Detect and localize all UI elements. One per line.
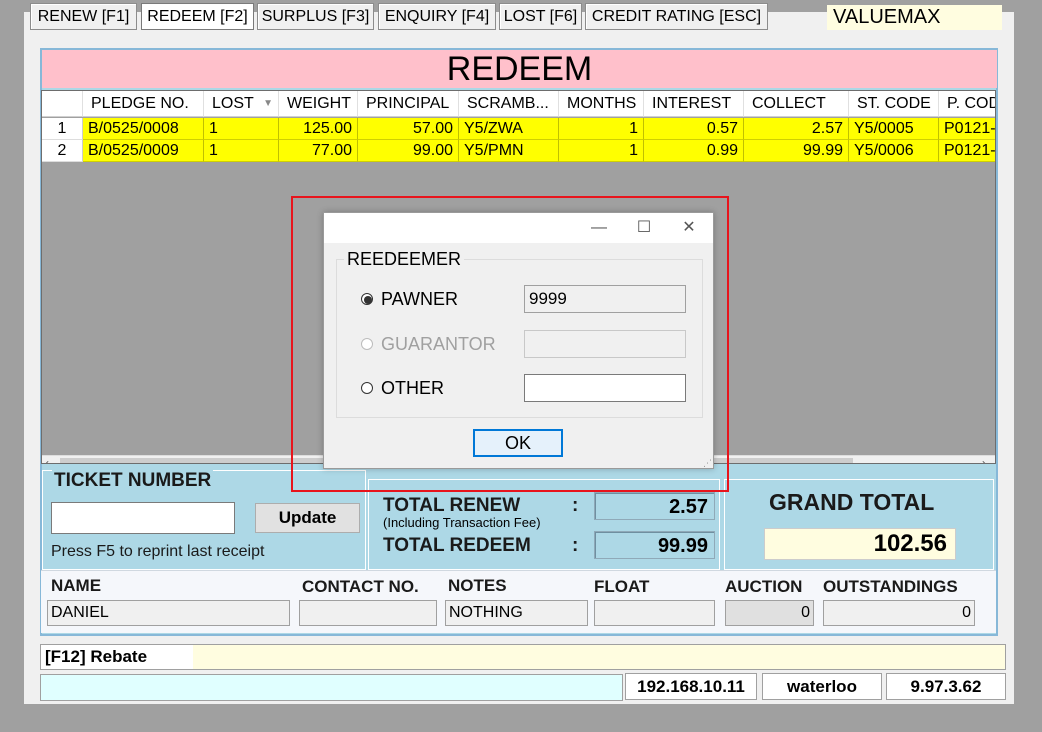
cell-p-code[interactable]: P0121-0 [939,118,995,140]
float-label: FLOAT [594,577,650,596]
contact-label: CONTACT NO. [302,577,419,596]
cell-weight[interactable]: 77.00 [279,140,358,162]
auction-label: AUCTION [725,577,803,596]
tab-lost[interactable]: LOST [F6] [499,3,582,30]
notes-label: NOTES [448,576,507,595]
brand-label: VALUEMAX [827,5,1002,30]
grand-total-value: 102.56 [764,528,956,560]
resize-grip-icon[interactable]: ⋰ [703,458,713,468]
chevron-left-icon[interactable]: ‹ [45,456,49,463]
cell-st-code[interactable]: Y5/0005 [849,118,939,140]
maximize-icon[interactable]: ☐ [624,217,664,239]
rebate-label[interactable]: [F12] Rebate [41,645,193,669]
pawner-field[interactable]: 9999 [524,285,686,313]
name-field[interactable]: DANIEL [47,600,290,626]
ok-button[interactable]: OK [473,429,563,457]
total-redeem-label: TOTAL REDEEM [383,535,531,556]
col-header-weight[interactable]: WEIGHT [279,91,358,117]
col-header-interest[interactable]: INTEREST [644,91,744,117]
col-header-pledge-no[interactable]: PLEDGE NO. [83,91,204,117]
tab-credit-rating[interactable]: CREDIT RATING [ESC] [585,3,768,30]
float-field[interactable] [594,600,715,626]
cell-pledge-no[interactable]: B/0525/0009 [83,140,204,162]
col-header-p-code[interactable]: P. COD [939,91,995,117]
ticket-number-input[interactable] [51,502,235,534]
colon: : [572,495,579,516]
col-header-lost[interactable]: LOST ▼ [204,91,279,117]
pawner-radio[interactable] [361,293,373,305]
tab-renew[interactable]: RENEW [F1] [30,3,137,30]
cell-months[interactable]: 1 [559,140,644,162]
outstandings-label: OUTSTANDINGS [823,577,958,596]
guarantor-label: GUARANTOR [381,334,496,354]
cell-pledge-no[interactable]: B/0525/0008 [83,118,204,140]
other-radio[interactable] [361,382,373,394]
row-number[interactable]: 1 [42,118,83,140]
col-header-principal[interactable]: PRINCIPAL [358,91,459,117]
update-button[interactable]: Update [255,503,360,533]
cell-principal[interactable]: 57.00 [358,118,459,140]
tab-surplus[interactable]: SURPLUS [F3] [257,3,374,30]
row-number[interactable]: 2 [42,140,83,162]
reprint-hint: Press F5 to reprint last receipt [51,543,265,560]
guarantor-field [524,330,686,358]
chevron-right-icon[interactable]: › [982,456,986,463]
redeemer-group-title: REEDEEMER [344,249,465,270]
ticket-number-title: TICKET NUMBER [52,470,214,492]
cell-interest[interactable]: 0.57 [644,118,744,140]
redeemer-dialog: — ☐ ✕ REEDEEMER PAWNER 9999 GUARANTOR OT… [323,212,714,469]
status-version: 9.97.3.62 [886,673,1006,700]
cell-collect[interactable]: 2.57 [744,118,849,140]
cell-principal[interactable]: 99.00 [358,140,459,162]
col-header-st-code[interactable]: ST. CODE [849,91,939,117]
status-branch: waterloo [762,673,882,700]
cell-st-code[interactable]: Y5/0006 [849,140,939,162]
status-ip: 192.168.10.11 [625,673,757,700]
auction-field[interactable]: 0 [725,600,814,626]
colon: : [572,535,579,556]
guarantor-radio [361,338,373,350]
cell-lost[interactable]: 1 [204,118,279,140]
col-header-collect[interactable]: COLLECT [744,91,849,117]
minimize-icon[interactable]: — [579,217,619,239]
pawner-label[interactable]: PAWNER [381,289,458,310]
col-header-scramb[interactable]: SCRAMB... [459,91,559,117]
grand-total-label: GRAND TOTAL [769,489,935,515]
close-icon[interactable]: ✕ [669,217,709,239]
outstandings-field[interactable]: 0 [823,600,975,626]
cell-interest[interactable]: 0.99 [644,140,744,162]
name-label: NAME [51,576,102,595]
tab-enquiry[interactable]: ENQUIRY [F4] [378,3,496,30]
col-header-months[interactable]: MONTHS [559,91,644,117]
grid-corner [42,91,83,117]
cell-months[interactable]: 1 [559,118,644,140]
other-label[interactable]: OTHER [381,378,444,399]
cell-scramb[interactable]: Y5/ZWA [459,118,559,140]
cell-scramb[interactable]: Y5/PMN [459,140,559,162]
total-renew-value: 2.57 [594,492,715,520]
tab-redeem[interactable]: REDEEM [F2] [141,3,254,30]
total-renew-sub: (Including Transaction Fee) [383,515,541,530]
cell-lost[interactable]: 1 [204,140,279,162]
cell-weight[interactable]: 125.00 [279,118,358,140]
total-renew-label: TOTAL RENEW [383,495,521,516]
chevron-down-icon[interactable]: ▼ [263,91,273,116]
col-header-lost-label: LOST [212,95,254,112]
page-title: REDEEM [42,50,997,88]
cell-collect[interactable]: 99.99 [744,140,849,162]
contact-field[interactable] [299,600,437,626]
notes-field[interactable]: NOTHING [445,600,588,626]
cell-p-code[interactable]: P0121-0 [939,140,995,162]
total-redeem-value: 99.99 [594,531,715,559]
status-message [40,674,623,701]
other-input[interactable] [524,374,686,402]
